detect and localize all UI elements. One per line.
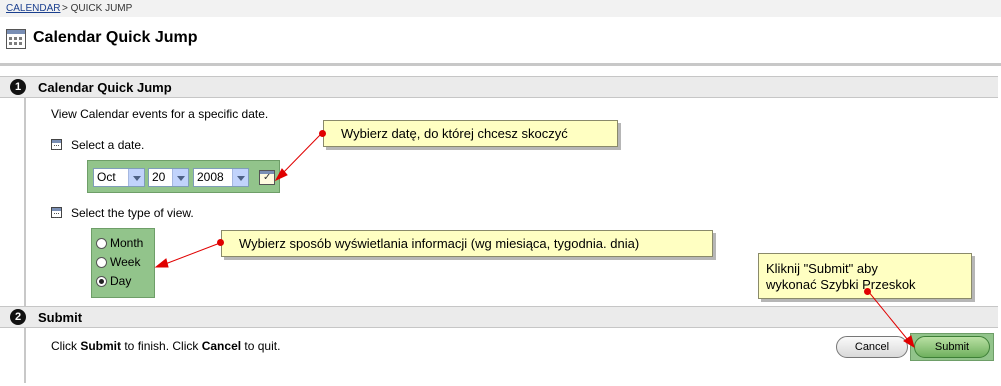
- callout-anchor-dot: [217, 239, 224, 246]
- callout-anchor-dot: [319, 130, 326, 137]
- callout-anchor-dot: [864, 288, 871, 295]
- arrow-to-date-picker: [274, 132, 323, 182]
- arrow-to-view-type: [154, 242, 221, 268]
- arrow-to-submit: [867, 290, 915, 349]
- callout-arrows: [154, 132, 915, 349]
